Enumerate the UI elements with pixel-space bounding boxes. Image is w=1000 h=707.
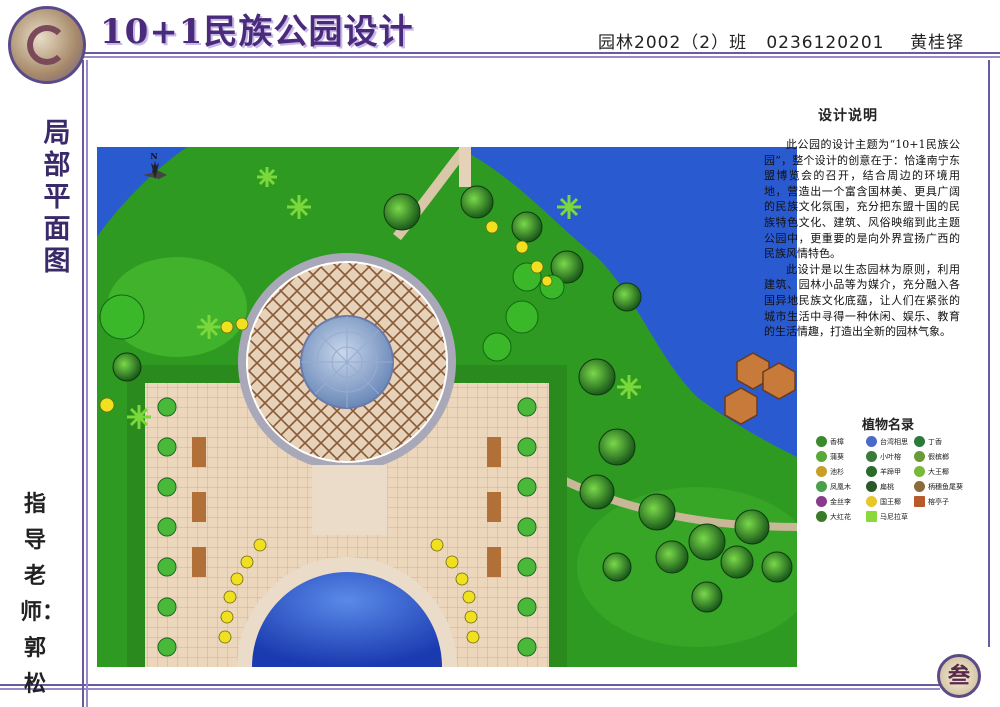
page-number-badge: 叁 — [937, 654, 981, 698]
legend-label: 小叶榕 — [880, 452, 901, 461]
student-id: 0236120201 — [766, 33, 885, 53]
header-rule-2 — [80, 56, 1000, 58]
legend-swatch — [816, 496, 827, 507]
left-rule — [82, 60, 84, 707]
class-info: 园林2002（2）班 — [598, 33, 748, 53]
student-name: 黄桂铎 — [910, 33, 965, 53]
legend-label: 柄穗鱼尾葵 — [928, 482, 963, 491]
legend-swatch — [816, 451, 827, 462]
legend-item: 国王椰 — [866, 496, 901, 507]
legend-swatch — [914, 451, 925, 462]
legend-item: 假槟榔 — [914, 451, 949, 462]
legend-label: 榕亭子 — [928, 497, 949, 506]
legend-item: 大红花 — [816, 511, 851, 522]
legend-label: 台湾相思 — [880, 437, 908, 446]
legend-item: 凤凰木 — [816, 481, 851, 492]
legend-swatch — [914, 466, 925, 477]
legend-swatch — [866, 511, 877, 522]
legend-label: 香樟 — [830, 437, 844, 446]
legend-label: 羊蹄甲 — [880, 467, 901, 476]
legend-item: 蒲葵 — [816, 451, 844, 462]
legend-label: 大红花 — [830, 512, 851, 521]
north-label: N — [150, 151, 157, 161]
legend-swatch — [914, 496, 925, 507]
right-rule — [988, 60, 990, 647]
legend-label: 蒲葵 — [830, 452, 844, 461]
legend-label: 扁桃 — [880, 482, 894, 491]
legend-swatch — [866, 466, 877, 477]
site-plan-drawing: N — [97, 147, 797, 667]
legend-item: 扁桃 — [866, 481, 894, 492]
plant-legend: 香樟 台湾相思 丁香 蒲葵 小叶榕 假槟榔 池杉 羊蹄甲 大王椰 凤凰木 扁桃 … — [814, 434, 963, 528]
legend-swatch — [816, 511, 827, 522]
legend-label: 国王椰 — [880, 497, 901, 506]
legend-label: 大王椰 — [928, 467, 949, 476]
legend-swatch — [816, 481, 827, 492]
legend-label: 假槟榔 — [928, 452, 949, 461]
description-text: 此公园的设计主题为“10+1民族公园”，整个设计的创意在于：恰逢南宁东盟博览会的… — [764, 137, 960, 340]
legend-swatch — [816, 466, 827, 477]
legend-item: 榕亭子 — [914, 496, 949, 507]
left-rule-2 — [86, 60, 88, 707]
legend-item: 大王椰 — [914, 466, 949, 477]
legend-swatch — [866, 451, 877, 462]
school-logo — [8, 6, 86, 84]
legend-item: 香樟 — [816, 436, 844, 447]
legend-item: 小叶榕 — [866, 451, 901, 462]
legend-swatch — [866, 496, 877, 507]
description-paragraph-2: 此设计是以生态园林为原则，利用建筑、园林小品等为媒介，充分融入各国异地民族文化底… — [764, 262, 960, 339]
section-label: 局部平面图 — [43, 118, 71, 277]
description-paragraph-1: 此公园的设计主题为“10+1民族公园”，整个设计的创意在于：恰逢南宁东盟博览会的… — [764, 138, 960, 261]
legend-swatch — [914, 436, 925, 447]
legend-title: 植物名录 — [862, 418, 915, 433]
legend-item: 池杉 — [816, 466, 844, 477]
legend-item: 丁香 — [914, 436, 942, 447]
legend-label: 马尼拉草 — [880, 512, 908, 521]
legend-label: 池杉 — [830, 467, 844, 476]
legend-item: 台湾相思 — [866, 436, 908, 447]
legend-item: 羊蹄甲 — [866, 466, 901, 477]
page-title: 10+1民族公园设计 — [100, 12, 414, 52]
legend-item: 金丝李 — [816, 496, 851, 507]
footer-rule-2 — [0, 688, 940, 690]
legend-label: 凤凰木 — [830, 482, 851, 491]
footer-rule — [0, 684, 940, 686]
legend-swatch — [914, 481, 925, 492]
legend-label: 丁香 — [928, 437, 942, 446]
legend-label: 金丝李 — [830, 497, 851, 506]
advisor-label: 指导老师：郭松 — [20, 491, 65, 697]
legend-item: 柄穗鱼尾葵 — [914, 481, 963, 492]
legend-item: 马尼拉草 — [866, 511, 908, 522]
student-info: 园林2002（2）班 0236120201 黄桂铎 — [598, 28, 964, 53]
legend-swatch — [866, 436, 877, 447]
site-plan: N — [97, 147, 797, 667]
legend-swatch — [866, 481, 877, 492]
legend-swatch — [816, 436, 827, 447]
description-title: 设计说明 — [818, 108, 878, 124]
